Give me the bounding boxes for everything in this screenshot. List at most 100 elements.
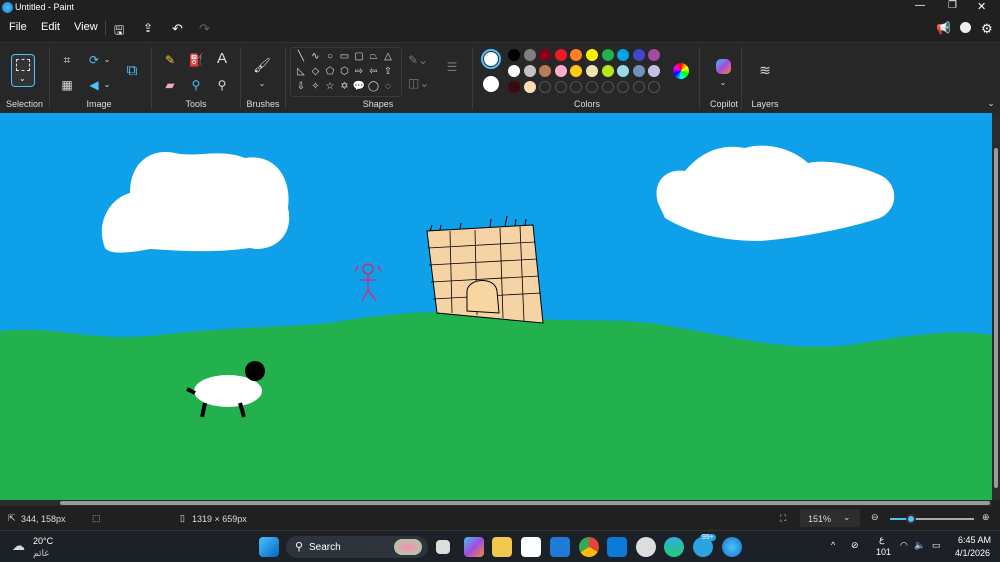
- account-icon[interactable]: [960, 22, 971, 33]
- color-swatch[interactable]: [539, 49, 552, 61]
- color-swatch[interactable]: [523, 49, 536, 61]
- shape-21[interactable]: ♡: [294, 94, 308, 96]
- shape-7[interactable]: ◺: [294, 64, 308, 80]
- edit-colors-icon[interactable]: [673, 63, 689, 79]
- paint-taskbar-icon[interactable]: [722, 537, 742, 557]
- redo-icon[interactable]: ↷: [199, 21, 210, 37]
- color-swatch[interactable]: [570, 65, 583, 77]
- network-off-icon[interactable]: ⊘: [851, 540, 859, 551]
- store-icon[interactable]: [521, 537, 541, 557]
- fit-to-window-icon[interactable]: ⛶: [780, 513, 786, 524]
- shape-15[interactable]: ✧: [309, 79, 323, 95]
- language-bottom[interactable]: 101: [876, 547, 891, 557]
- chevron-down-icon[interactable]: ⌄: [98, 52, 116, 68]
- shape-16[interactable]: ☆: [323, 79, 337, 95]
- color-swatch[interactable]: [508, 65, 520, 77]
- empty-color-slot[interactable]: [570, 81, 583, 93]
- zoom-out-icon[interactable]: ⊖: [871, 512, 879, 523]
- color-picker-icon[interactable]: ⚲: [187, 77, 205, 93]
- clock-date[interactable]: 4/1/2026: [955, 548, 990, 558]
- color-swatch[interactable]: [648, 65, 661, 77]
- vertical-scrollbar[interactable]: [992, 113, 1000, 500]
- shape-9[interactable]: ⬠: [323, 64, 337, 80]
- empty-color-slot[interactable]: [539, 81, 552, 93]
- shape-11[interactable]: ⇨: [352, 64, 366, 80]
- color-swatch[interactable]: [632, 65, 645, 77]
- battery-icon[interactable]: ▭: [932, 540, 941, 551]
- empty-color-slot[interactable]: [617, 81, 630, 93]
- volume-icon[interactable]: 🔈: [914, 540, 925, 551]
- shape-4[interactable]: ▢: [352, 49, 366, 65]
- layers-icon[interactable]: ≋: [756, 62, 774, 78]
- shape-22[interactable]: ⌂: [309, 94, 323, 96]
- fill-icon[interactable]: ◫⌄: [408, 75, 429, 91]
- brush-icon[interactable]: 🖌: [253, 57, 271, 73]
- settings-gear-icon[interactable]: ⚙: [981, 21, 993, 37]
- undo-icon[interactable]: ↶: [172, 21, 183, 37]
- show-hidden-icons-chevron[interactable]: ^: [831, 540, 835, 550]
- menu-edit[interactable]: Edit: [41, 21, 60, 33]
- scrollbar-thumb[interactable]: [60, 501, 990, 505]
- clock-time[interactable]: 6:45 AM: [958, 535, 991, 545]
- menu-file[interactable]: File: [9, 21, 27, 33]
- color-swatch[interactable]: [554, 49, 567, 61]
- chatgpt-icon[interactable]: [636, 537, 656, 557]
- copilot-icon[interactable]: [716, 59, 731, 74]
- shape-5[interactable]: ⏢: [367, 49, 381, 65]
- collapse-ribbon-chevron-icon[interactable]: ⌄: [982, 95, 1000, 111]
- color-swatch[interactable]: [601, 65, 614, 77]
- feedback-icon[interactable]: 📢: [936, 21, 951, 35]
- shape-18[interactable]: 💬: [352, 79, 366, 95]
- color-swatch[interactable]: [601, 49, 614, 61]
- wifi-icon[interactable]: ◠: [900, 540, 908, 551]
- magnifier-icon[interactable]: ⚲: [213, 77, 231, 93]
- shape-3[interactable]: ▭: [338, 49, 352, 65]
- chevron-down-icon[interactable]: ⌄: [98, 77, 116, 93]
- shape-12[interactable]: ⇦: [367, 64, 381, 80]
- scrollbar-thumb[interactable]: [994, 148, 998, 488]
- language-top[interactable]: ع: [879, 534, 884, 545]
- shape-17[interactable]: ✡: [338, 79, 352, 95]
- save-icon[interactable]: 🖫: [114, 21, 124, 42]
- resize-icon[interactable]: ⧉: [123, 63, 141, 79]
- size-icon[interactable]: ☰: [443, 59, 461, 75]
- shape-8[interactable]: ◇: [309, 64, 323, 80]
- remove-background-icon[interactable]: ▦: [58, 77, 76, 93]
- share-icon[interactable]: ⇪: [143, 21, 153, 35]
- empty-color-slot[interactable]: [632, 81, 645, 93]
- shape-13[interactable]: ⇧: [381, 64, 395, 80]
- empty-color-slot[interactable]: [648, 81, 661, 93]
- eraser-icon[interactable]: ▰: [161, 77, 179, 93]
- color-swatch[interactable]: [523, 81, 536, 93]
- shape-19[interactable]: ◯: [367, 79, 381, 95]
- color-swatch[interactable]: [508, 81, 520, 93]
- color-swatch[interactable]: [617, 49, 630, 61]
- shape-14[interactable]: ⇩: [294, 79, 308, 95]
- color-swatch[interactable]: [539, 65, 552, 77]
- minimize-button[interactable]: —: [915, 0, 925, 11]
- zoom-slider[interactable]: [890, 514, 974, 524]
- crop-icon[interactable]: ⌗: [58, 52, 76, 68]
- chevron-down-icon[interactable]: ⌄: [253, 76, 271, 92]
- color-swatch[interactable]: [523, 65, 536, 77]
- fill-bucket-icon[interactable]: ⛽: [187, 52, 205, 68]
- outlook-icon[interactable]: [550, 537, 570, 557]
- edge-icon[interactable]: [664, 537, 684, 557]
- color-swatch[interactable]: [586, 49, 598, 61]
- zoom-in-icon[interactable]: ⊕: [982, 512, 990, 523]
- color-swatch[interactable]: [570, 49, 583, 61]
- file-explorer-icon[interactable]: [492, 537, 512, 557]
- drawing-canvas[interactable]: [0, 113, 992, 500]
- restore-button[interactable]: ❐: [948, 0, 957, 11]
- color-swatch[interactable]: [632, 49, 645, 61]
- empty-color-slot[interactable]: [554, 81, 567, 93]
- menu-view[interactable]: View: [74, 21, 98, 33]
- task-view-icon[interactable]: [436, 540, 450, 554]
- text-tool-icon[interactable]: A: [213, 51, 231, 67]
- empty-color-slot[interactable]: [586, 81, 598, 93]
- empty-color-slot[interactable]: [601, 81, 614, 93]
- outline-icon[interactable]: ✎⌄: [408, 52, 428, 68]
- chrome-icon[interactable]: [579, 537, 599, 557]
- primary-color-button[interactable]: [481, 49, 501, 69]
- color-swatch[interactable]: [648, 49, 661, 61]
